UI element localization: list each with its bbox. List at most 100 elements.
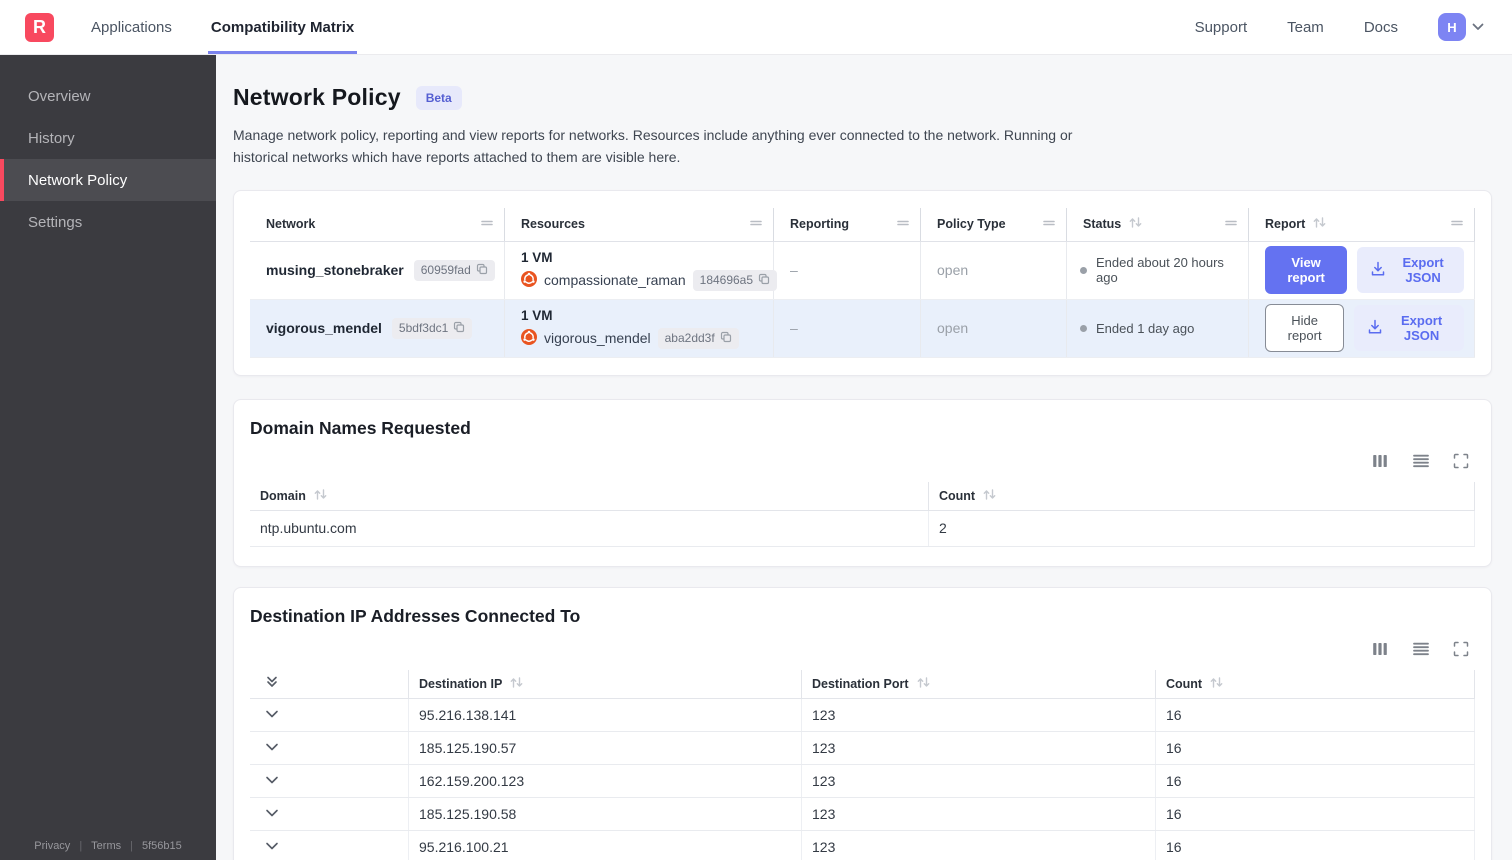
column-label: Resources bbox=[521, 217, 585, 232]
network-cell: musing_stonebraker 60959fad bbox=[250, 241, 505, 299]
column-header-count[interactable]: Count bbox=[929, 481, 1475, 510]
chevron-down-icon[interactable] bbox=[265, 776, 279, 785]
policy-type-cell: open bbox=[921, 241, 1067, 299]
sort-arrows-icon[interactable] bbox=[313, 488, 328, 504]
sidebar-item-settings[interactable]: Settings bbox=[0, 201, 216, 243]
sidebar-item-history[interactable]: History bbox=[0, 117, 216, 159]
destination-row[interactable]: 95.216.100.21 123 16 bbox=[250, 830, 1475, 860]
hide-report-button[interactable]: Hide report bbox=[1265, 304, 1345, 353]
column-label: Reporting bbox=[790, 217, 850, 232]
row-density-icon[interactable] bbox=[1412, 641, 1430, 657]
fullscreen-icon[interactable] bbox=[1453, 641, 1469, 657]
sidebar-item-network-policy[interactable]: Network Policy bbox=[0, 159, 216, 201]
column-header-reporting[interactable]: Reporting bbox=[774, 207, 921, 241]
column-header-policy-type[interactable]: Policy Type bbox=[921, 207, 1067, 241]
destination-row[interactable]: 185.125.190.58 123 16 bbox=[250, 797, 1475, 831]
double-chevron-down-icon[interactable] bbox=[265, 675, 279, 692]
avatar-letter: H bbox=[1447, 19, 1457, 35]
network-row[interactable]: vigorous_mendel 5bdf3dc1 1 VM vigorous_m… bbox=[250, 299, 1475, 358]
view-report-button[interactable]: View report bbox=[1265, 246, 1348, 295]
sort-arrows-icon[interactable] bbox=[1128, 216, 1143, 232]
equals-handle-icon[interactable] bbox=[480, 217, 494, 231]
column-label: Count bbox=[939, 488, 976, 503]
column-header-domain[interactable]: Domain bbox=[250, 481, 929, 510]
column-label: Destination Port bbox=[812, 676, 909, 691]
tab-compatibility-matrix[interactable]: Compatibility Matrix bbox=[208, 0, 357, 54]
nav-link-docs[interactable]: Docs bbox=[1364, 19, 1398, 36]
copy-icon[interactable] bbox=[720, 331, 732, 346]
destination-row[interactable]: 185.125.190.57 123 16 bbox=[250, 731, 1475, 765]
domain-row[interactable]: ntp.ubuntu.com 2 bbox=[250, 510, 1475, 547]
nav-link-team[interactable]: Team bbox=[1287, 19, 1324, 36]
equals-handle-icon[interactable] bbox=[896, 217, 910, 231]
nav-link-support[interactable]: Support bbox=[1195, 19, 1248, 36]
brand-letter: R bbox=[33, 16, 46, 37]
column-header-destination-ip[interactable]: Destination IP bbox=[409, 669, 802, 698]
copy-icon[interactable] bbox=[758, 273, 770, 288]
expand-all-header[interactable] bbox=[250, 669, 409, 698]
column-visibility-icon[interactable] bbox=[1371, 641, 1389, 657]
sort-arrows-icon[interactable] bbox=[1312, 216, 1327, 232]
count-cell: 16 bbox=[1156, 731, 1475, 764]
network-id-badge[interactable]: 60959fad bbox=[413, 259, 495, 281]
column-header-destination-port[interactable]: Destination Port bbox=[802, 669, 1156, 698]
copy-icon[interactable] bbox=[476, 263, 488, 278]
tab-applications-label: Applications bbox=[91, 18, 172, 36]
privacy-link[interactable]: Privacy bbox=[34, 840, 70, 852]
destinations-card-title: Destination IP Addresses Connected To bbox=[250, 605, 581, 626]
network-row[interactable]: musing_stonebraker 60959fad 1 VM compass… bbox=[250, 241, 1475, 300]
resource-id-badge[interactable]: aba2dd3f bbox=[657, 327, 739, 349]
equals-handle-icon[interactable] bbox=[1450, 217, 1464, 231]
column-label: Report bbox=[1265, 217, 1306, 232]
column-header-resources[interactable]: Resources bbox=[505, 207, 774, 241]
terms-link[interactable]: Terms bbox=[91, 840, 121, 852]
destination-row[interactable]: 162.159.200.123 123 16 bbox=[250, 764, 1475, 798]
sort-arrows-icon[interactable] bbox=[1209, 676, 1224, 692]
sidebar-item-history-label: History bbox=[28, 129, 75, 147]
chevron-down-icon[interactable] bbox=[265, 710, 279, 719]
column-header-count[interactable]: Count bbox=[1156, 669, 1475, 698]
destination-row[interactable]: 95.216.138.141 123 16 bbox=[250, 698, 1475, 732]
destination-ip-cell: 185.125.190.57 bbox=[409, 731, 802, 764]
column-label: Policy Type bbox=[937, 217, 1006, 232]
top-navbar: R Applications Compatibility Matrix Supp… bbox=[0, 0, 1512, 55]
table-toolbar bbox=[250, 641, 1469, 657]
equals-handle-icon[interactable] bbox=[1042, 217, 1056, 231]
export-json-button[interactable]: Export JSON bbox=[1357, 247, 1464, 294]
user-menu[interactable]: H bbox=[1438, 13, 1484, 41]
tab-applications[interactable]: Applications bbox=[88, 0, 175, 54]
resource-id-badge[interactable]: 184696a5 bbox=[692, 269, 778, 291]
resource-name: compassionate_raman bbox=[544, 272, 686, 289]
domains-card: Domain Names Requested Domain Count ntp.… bbox=[233, 398, 1492, 567]
count-cell: 16 bbox=[1156, 698, 1475, 731]
page-title: Network Policy bbox=[233, 84, 401, 110]
chevron-down-icon[interactable] bbox=[265, 842, 279, 851]
copy-icon[interactable] bbox=[453, 321, 465, 336]
destinations-card: Destination IP Addresses Connected To De… bbox=[233, 586, 1492, 860]
sort-arrows-icon[interactable] bbox=[982, 488, 997, 504]
sort-arrows-icon[interactable] bbox=[916, 676, 931, 692]
count-cell: 16 bbox=[1156, 830, 1475, 860]
network-id-badge[interactable]: 5bdf3dc1 bbox=[391, 317, 473, 339]
equals-handle-icon[interactable] bbox=[749, 217, 763, 231]
row-density-icon[interactable] bbox=[1412, 453, 1430, 469]
chevron-down-icon[interactable] bbox=[265, 809, 279, 818]
sidebar-items: Overview History Network Policy Settings bbox=[0, 55, 216, 243]
export-json-button[interactable]: Export JSON bbox=[1354, 305, 1464, 352]
column-header-network[interactable]: Network bbox=[250, 207, 505, 241]
chevron-down-icon[interactable] bbox=[265, 743, 279, 752]
brand-logo[interactable]: R bbox=[25, 12, 54, 42]
equals-handle-icon[interactable] bbox=[1224, 217, 1238, 231]
fullscreen-icon[interactable] bbox=[1453, 453, 1469, 469]
network-id: 5bdf3dc1 bbox=[398, 321, 449, 336]
sidebar-item-settings-label: Settings bbox=[28, 213, 83, 231]
column-visibility-icon[interactable] bbox=[1371, 453, 1389, 469]
column-header-report[interactable]: Report bbox=[1249, 207, 1475, 241]
column-header-status[interactable]: Status bbox=[1067, 207, 1249, 241]
sidebar-item-overview[interactable]: Overview bbox=[0, 75, 216, 117]
sort-arrows-icon[interactable] bbox=[509, 676, 524, 692]
column-label: Network bbox=[266, 217, 316, 232]
status-cell: Ended 1 day ago bbox=[1067, 299, 1249, 357]
destinations-table-header: Destination IP Destination Port Count bbox=[250, 669, 1475, 699]
count-cell: 16 bbox=[1156, 797, 1475, 830]
